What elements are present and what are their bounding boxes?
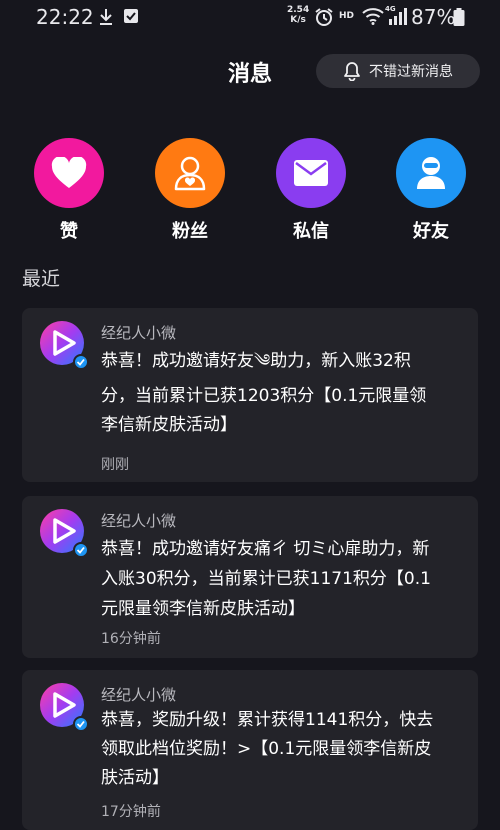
message-line: 领取此档位奖励！>【0.1元限量领李信新皮 [101,739,432,759]
message-line: 恭喜！成功邀请好友༄助力，新入账32积 [101,351,411,371]
header: 消息 不错过新消息 [0,34,500,110]
alarm-icon [315,8,333,26]
message-card[interactable]: 经纪人小微 恭喜！成功邀请好友痛ㄔ 切ミ心扉助力，新 入账30积分，当前累计已获… [22,496,478,658]
message-card[interactable]: 经纪人小微 恭喜，奖励升级！累计获得1141积分，快去 领取此档位奖励！>【0.… [22,670,478,830]
message-time: 刚刚 [101,457,129,473]
message-content: 恭喜，奖励升级！累计获得1141积分，快去 领取此档位奖励！>【0.1元限量领李… [101,706,461,793]
agent-avatar-icon [40,683,89,732]
message-line: 元限量领李信新皮肤活动】 [101,599,305,619]
wifi-icon [362,8,384,25]
message-line: 恭喜！成功邀请好友痛ㄔ 切ミ心扉助力，新 [101,539,430,559]
message-time: 17分钟前 [101,804,161,820]
battery-icon [453,8,465,26]
message-content: 恭喜！成功邀请好友༄助力，新入账32积 分，当前累计已获1203积分【0.1元限… [101,344,461,436]
category-likes[interactable]: 赞 [24,138,114,243]
message-line: 李信新皮肤活动】 [101,415,237,435]
message-time: 16分钟前 [101,631,161,647]
signal-icon [389,8,407,25]
likes-circle [34,138,104,208]
category-row: 赞 粉丝 私信 好友 [0,110,500,250]
notification-settings-button[interactable]: 不错过新消息 [316,54,480,88]
network-speed: 2.54 K/s [287,5,310,25]
category-friends[interactable]: 好友 [386,138,476,243]
agent-avatar-icon [40,321,89,370]
section-recent-label: 最近 [22,268,61,290]
message-sender: 经纪人小微 [101,686,177,704]
category-label: 粉丝 [172,221,208,242]
battery-percent: 87% [411,5,456,29]
fans-circle [155,138,225,208]
download-icon [100,9,112,25]
messages-circle [276,138,346,208]
category-fans[interactable]: 粉丝 [145,138,235,243]
notification-settings-label: 不错过新消息 [369,64,453,80]
message-content: 恭喜！成功邀请好友痛ㄔ 切ミ心扉助力，新 入账30积分，当前累计已获1171积分… [101,534,461,624]
envelope-icon [294,160,328,186]
category-label: 好友 [413,221,449,242]
message-line: 恭喜，奖励升级！累计获得1141积分，快去 [101,710,434,730]
checkbox-notification-icon [124,9,138,23]
message-line: 肤活动】 [101,768,169,788]
message-line: 分，当前累计已获1203积分【0.1元限量领 [101,386,427,406]
message-line: 入账30积分，当前累计已获1171积分【0.1 [101,569,431,589]
friend-icon [417,157,445,189]
heart-icon [51,157,87,188]
status-time: 22:22 [36,5,94,29]
category-label: 赞 [60,221,78,242]
hd-indicator: HD [339,11,355,21]
category-messages[interactable]: 私信 [266,138,356,243]
message-sender: 经纪人小微 [101,512,177,530]
agent-avatar-icon [40,509,89,558]
category-label: 私信 [293,221,329,242]
friends-circle [396,138,466,208]
fans-person-icon [174,156,206,191]
message-card[interactable]: 经纪人小微 恭喜！成功邀请好友༄助力，新入账32积 分，当前累计已获1203积分… [22,308,478,482]
message-sender: 经纪人小微 [101,324,177,342]
status-bar: 22:22 2.54 K/s HD 4G 87% [0,0,500,34]
bell-icon [344,62,360,81]
